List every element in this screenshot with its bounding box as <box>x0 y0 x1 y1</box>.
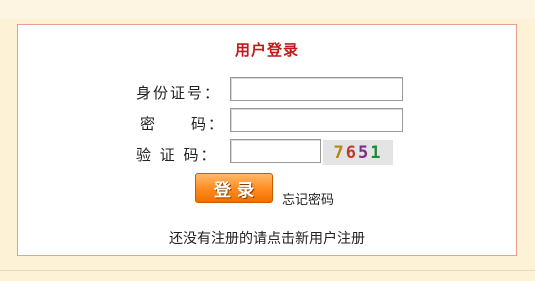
login-button[interactable]: 登录 <box>195 173 273 203</box>
bottom-divider <box>0 270 535 271</box>
login-panel: 用户登录 身份证号： 密 码： 验 证 码： 7 6 5 1 登录 忘记密码 还… <box>17 24 517 256</box>
register-link[interactable]: 还没有注册的请点击新用户注册 <box>18 228 516 248</box>
captcha-digit: 6 <box>345 142 358 163</box>
captcha-input[interactable] <box>230 139 321 163</box>
captcha-label: 验 证 码： <box>136 146 218 164</box>
captcha-digit: 7 <box>333 142 346 163</box>
password-label: 密 码： <box>140 115 226 133</box>
login-title: 用户登录 <box>234 41 299 59</box>
captcha-digit: 5 <box>358 142 371 163</box>
id-number-label: 身份证号： <box>136 84 222 102</box>
forgot-password-link[interactable]: 忘记密码 <box>282 189 334 208</box>
id-number-input[interactable] <box>230 77 403 101</box>
captcha-digit: 1 <box>370 142 383 163</box>
captcha-image[interactable]: 7 6 5 1 <box>323 140 393 165</box>
password-input[interactable] <box>230 108 403 132</box>
top-band <box>0 0 535 19</box>
